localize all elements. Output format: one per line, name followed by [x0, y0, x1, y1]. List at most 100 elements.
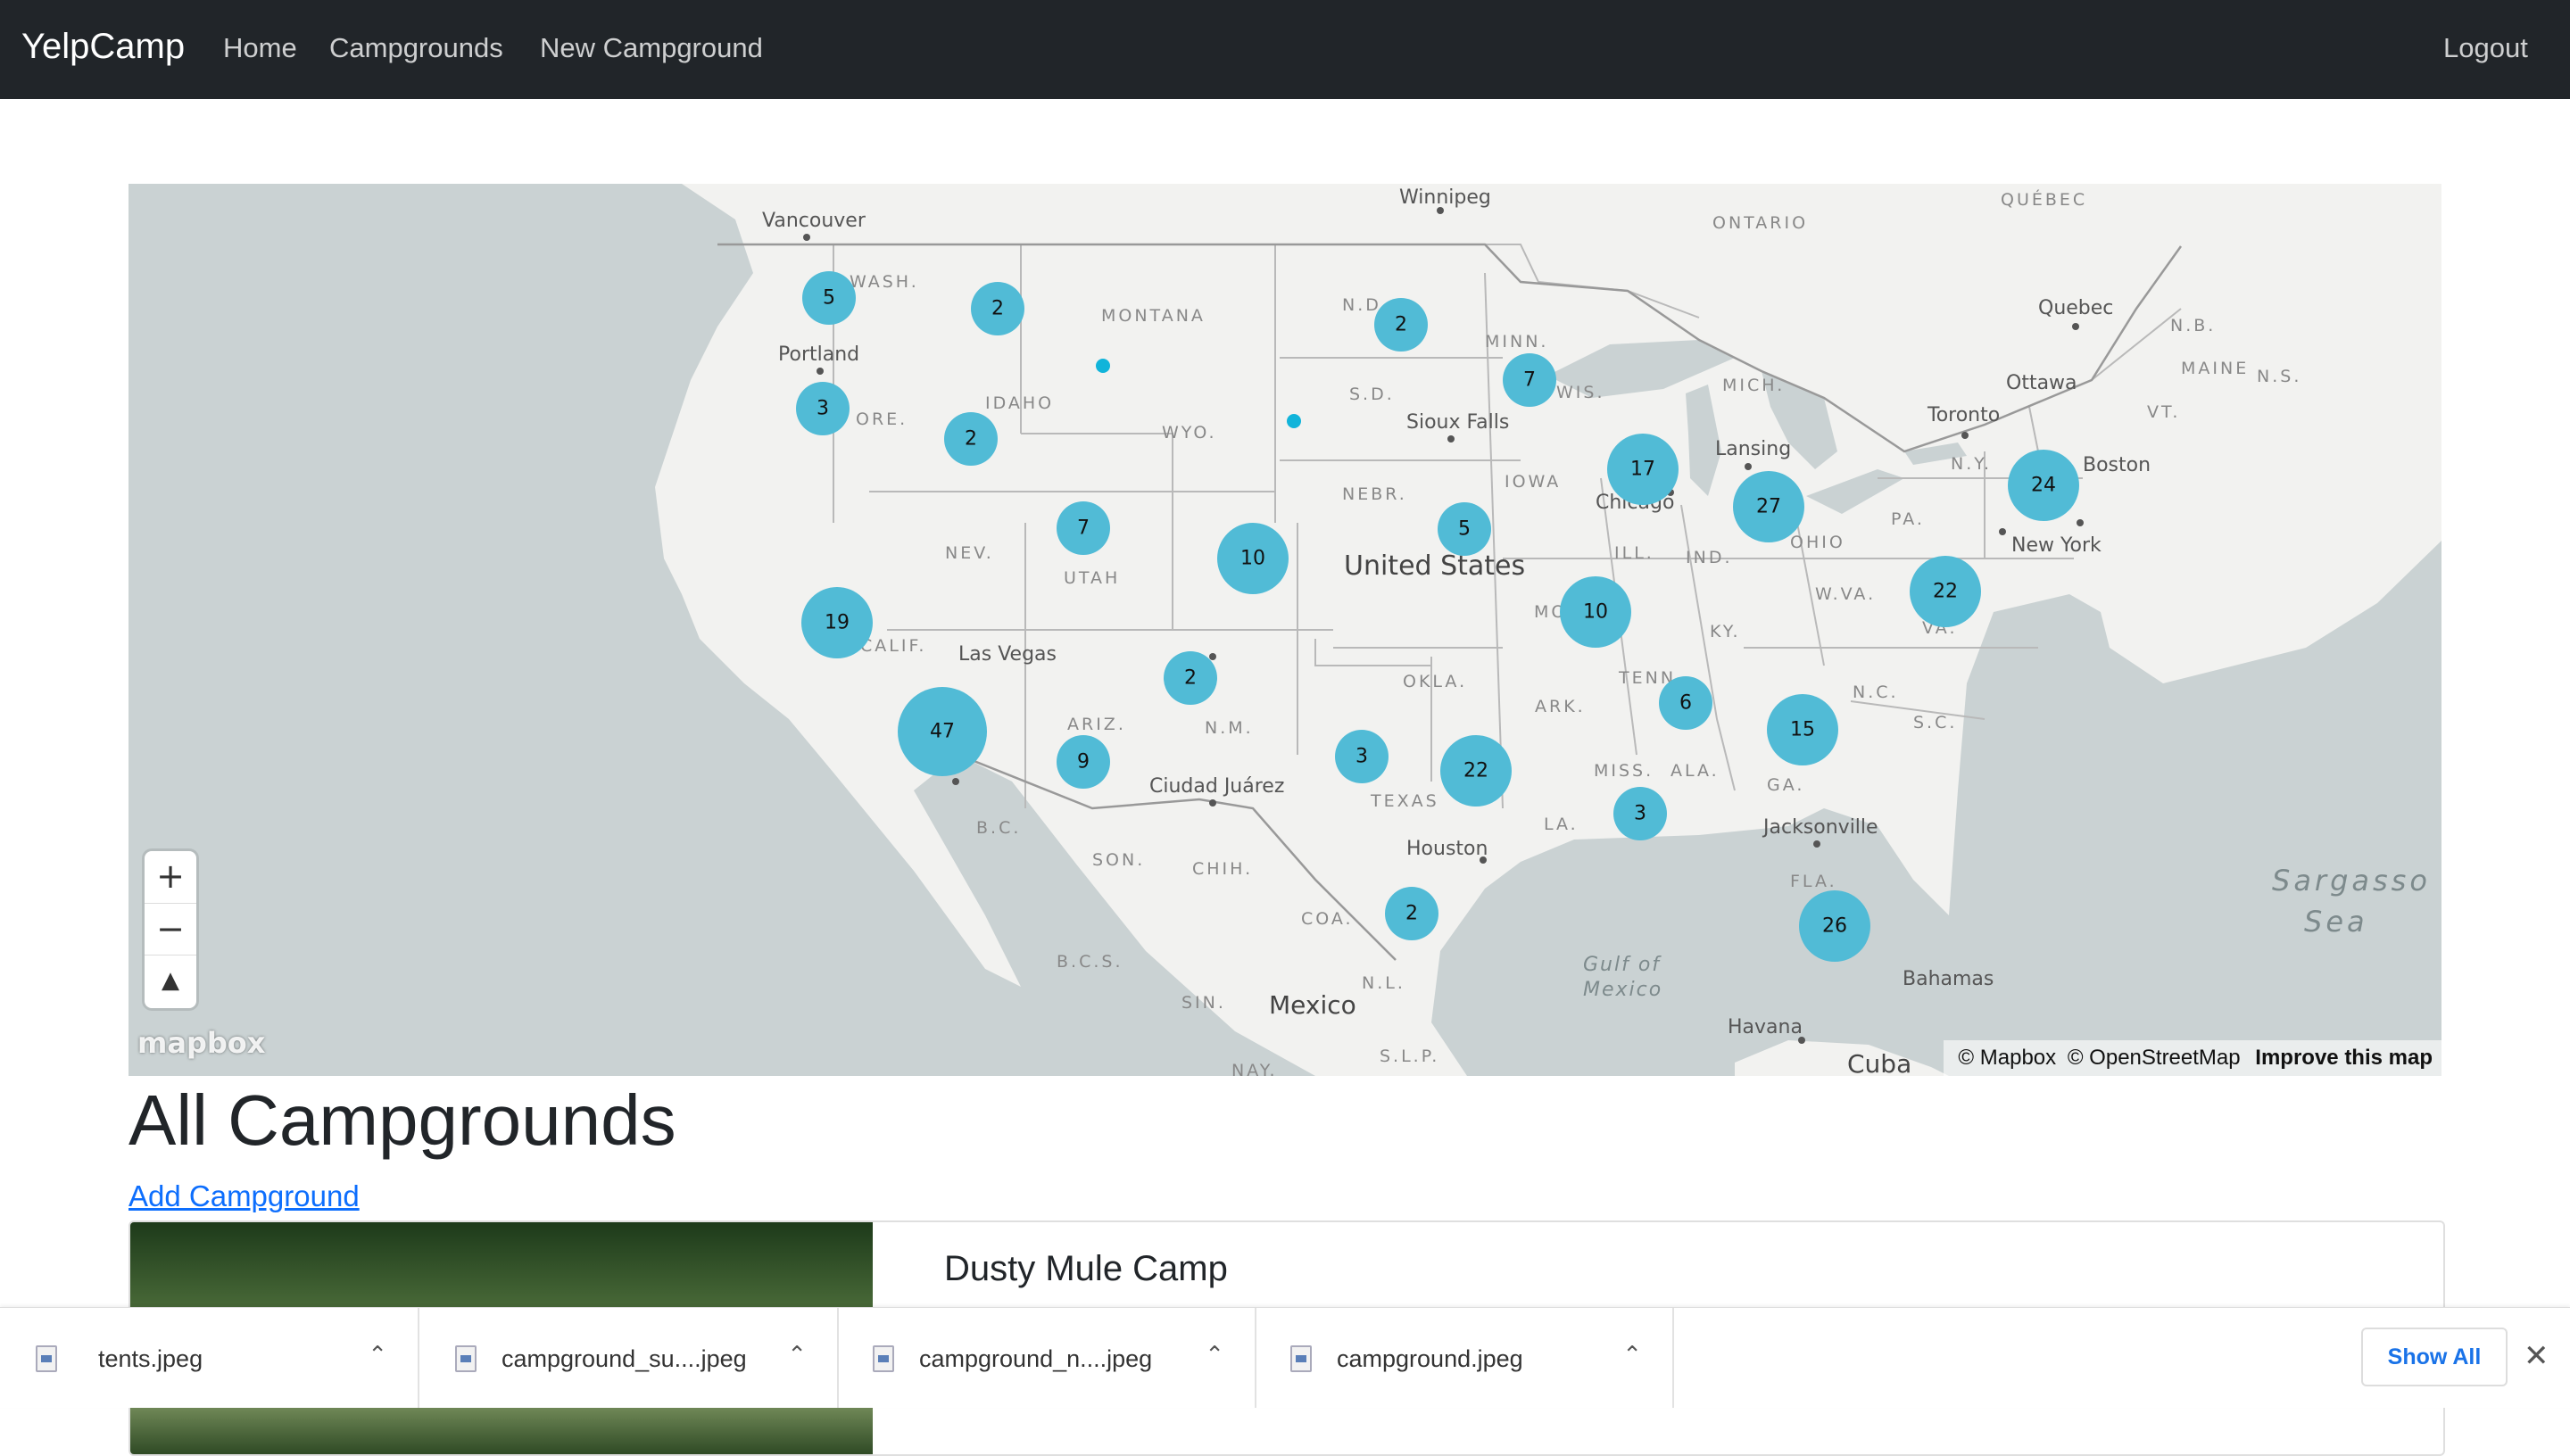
svg-text:2: 2: [1395, 314, 1407, 336]
svg-text:KY.: KY.: [1710, 622, 1741, 641]
cluster-marker[interactable]: 2: [1374, 298, 1428, 352]
cluster-marker[interactable]: 9: [1057, 735, 1110, 789]
map-attribution: © Mapbox © OpenStreetMap Improve this ma…: [1944, 1040, 2442, 1076]
download-item[interactable]: tents.jpeg ⌃: [0, 1308, 419, 1408]
svg-text:10: 10: [1240, 548, 1265, 570]
svg-text:VT.: VT.: [2147, 402, 2180, 422]
attribution-mapbox-link[interactable]: © Mapbox: [1958, 1046, 2056, 1070]
cluster-marker[interactable]: 3: [796, 382, 850, 435]
svg-text:Sargasso: Sargasso: [2272, 864, 2431, 898]
svg-text:10: 10: [1583, 601, 1608, 624]
cluster-marker[interactable]: 19: [801, 587, 873, 658]
brand-logo[interactable]: YelpCamp: [21, 27, 185, 67]
close-icon[interactable]: ✕: [2524, 1338, 2549, 1374]
download-filename: campground.jpeg: [1337, 1345, 1523, 1372]
svg-text:MISS.: MISS.: [1594, 761, 1654, 781]
cluster-marker[interactable]: 5: [1438, 502, 1491, 556]
navbar: YelpCamp Home Campgrounds New Campground…: [0, 0, 2570, 99]
svg-text:17: 17: [1630, 459, 1655, 481]
chevron-up-icon[interactable]: ⌃: [787, 1342, 807, 1369]
nav-logout[interactable]: Logout: [2443, 32, 2528, 64]
cluster-marker[interactable]: 2: [1385, 887, 1438, 940]
cluster-marker[interactable]: 5: [802, 271, 856, 325]
svg-text:Quebec: Quebec: [2038, 297, 2113, 319]
svg-text:Winnipeg: Winnipeg: [1399, 186, 1491, 209]
show-all-button[interactable]: Show All: [2361, 1328, 2508, 1386]
svg-text:SIN.: SIN.: [1181, 993, 1226, 1013]
cluster-marker[interactable]: 7: [1503, 353, 1556, 407]
svg-text:WASH.: WASH.: [850, 272, 919, 292]
svg-text:7: 7: [1523, 369, 1536, 392]
cluster-marker[interactable]: 22: [1910, 556, 1981, 627]
svg-text:6: 6: [1679, 692, 1692, 715]
cluster-marker[interactable]: 15: [1767, 694, 1838, 765]
svg-text:N.C.: N.C.: [1853, 682, 1899, 702]
map-navigation-control: + − ▲: [145, 851, 196, 1008]
map-point[interactable]: [1096, 359, 1110, 373]
cluster-marker[interactable]: 24: [2008, 450, 2079, 521]
zoom-in-button[interactable]: +: [145, 851, 196, 903]
svg-text:Ottawa: Ottawa: [2006, 372, 2077, 394]
svg-text:CHIH.: CHIH.: [1192, 859, 1253, 879]
cluster-marker[interactable]: 26: [1799, 890, 1870, 962]
chevron-up-icon[interactable]: ⌃: [1205, 1342, 1224, 1369]
svg-text:NEBR.: NEBR.: [1342, 484, 1407, 504]
download-item[interactable]: campground_su....jpeg ⌃: [419, 1308, 839, 1408]
svg-text:PA.: PA.: [1891, 509, 1925, 529]
mapbox-logo[interactable]: mapbox: [137, 1026, 265, 1060]
zoom-out-button[interactable]: −: [145, 903, 196, 956]
add-campground-link[interactable]: Add Campground: [128, 1179, 360, 1213]
nav-new-campground[interactable]: New Campground: [540, 32, 763, 64]
compass-icon[interactable]: ▲: [145, 955, 196, 1007]
svg-text:TEXAS: TEXAS: [1370, 791, 1439, 811]
improve-map-link[interactable]: Improve this map: [2255, 1046, 2433, 1070]
cluster-marker[interactable]: 10: [1217, 523, 1289, 594]
map-canvas[interactable]: ONTARIO QUÉBEC WASH. MONTANA N.D. MINN. …: [128, 184, 2442, 1076]
cluster-marker[interactable]: 3: [1613, 787, 1667, 840]
svg-text:5: 5: [1458, 518, 1471, 541]
svg-text:Havana: Havana: [1728, 1016, 1803, 1038]
svg-text:N.Y.: N.Y.: [1951, 454, 1992, 474]
svg-text:QUÉBEC: QUÉBEC: [2001, 189, 2087, 210]
svg-text:19: 19: [825, 612, 850, 634]
download-item[interactable]: campground_n....jpeg ⌃: [837, 1308, 1256, 1408]
svg-text:2: 2: [1184, 667, 1197, 690]
cluster-marker[interactable]: 17: [1607, 434, 1679, 505]
svg-text:MICH.: MICH.: [1722, 376, 1785, 395]
svg-text:ILL.: ILL.: [1614, 543, 1654, 563]
chevron-up-icon[interactable]: ⌃: [1622, 1342, 1642, 1369]
svg-text:Mexico: Mexico: [1583, 979, 1662, 1001]
cluster-marker[interactable]: 47: [898, 687, 987, 776]
svg-text:MONTANA: MONTANA: [1101, 306, 1206, 326]
cluster-marker[interactable]: 2: [971, 282, 1024, 335]
nav-campgrounds[interactable]: Campgrounds: [329, 32, 503, 64]
svg-text:GA.: GA.: [1767, 775, 1804, 795]
cluster-marker[interactable]: 22: [1440, 735, 1512, 807]
svg-text:IND.: IND.: [1686, 548, 1733, 567]
download-item[interactable]: campground.jpeg ⌃: [1255, 1308, 1674, 1408]
svg-text:Sea: Sea: [2304, 905, 2368, 939]
svg-text:Houston: Houston: [1406, 838, 1488, 860]
image-file-icon: [36, 1345, 57, 1372]
cluster-marker[interactable]: 2: [1164, 651, 1217, 705]
cluster-marker[interactable]: 6: [1659, 676, 1712, 730]
svg-text:OKLA.: OKLA.: [1403, 672, 1467, 691]
cluster-marker[interactable]: 27: [1733, 471, 1804, 542]
svg-text:SON.: SON.: [1092, 850, 1145, 870]
cluster-marker[interactable]: 10: [1560, 576, 1631, 648]
cluster-map[interactable]: ONTARIO QUÉBEC WASH. MONTANA N.D. MINN. …: [128, 184, 2442, 1076]
svg-text:Gulf of: Gulf of: [1583, 954, 1662, 976]
map-point[interactable]: [1287, 414, 1301, 428]
chevron-up-icon[interactable]: ⌃: [368, 1342, 387, 1369]
svg-text:24: 24: [2031, 475, 2056, 497]
svg-text:WIS.: WIS.: [1556, 383, 1605, 402]
cluster-marker[interactable]: 3: [1335, 730, 1389, 783]
cluster-marker[interactable]: 2: [944, 412, 998, 466]
svg-text:47: 47: [930, 721, 955, 743]
attribution-osm-link[interactable]: © OpenStreetMap: [2068, 1046, 2241, 1070]
downloads-bar: tents.jpeg ⌃ campground_su....jpeg ⌃ cam…: [0, 1307, 2570, 1408]
nav-home[interactable]: Home: [223, 32, 297, 64]
download-filename: campground_n....jpeg: [919, 1345, 1153, 1372]
svg-text:3: 3: [1355, 746, 1368, 768]
cluster-marker[interactable]: 7: [1057, 501, 1110, 555]
